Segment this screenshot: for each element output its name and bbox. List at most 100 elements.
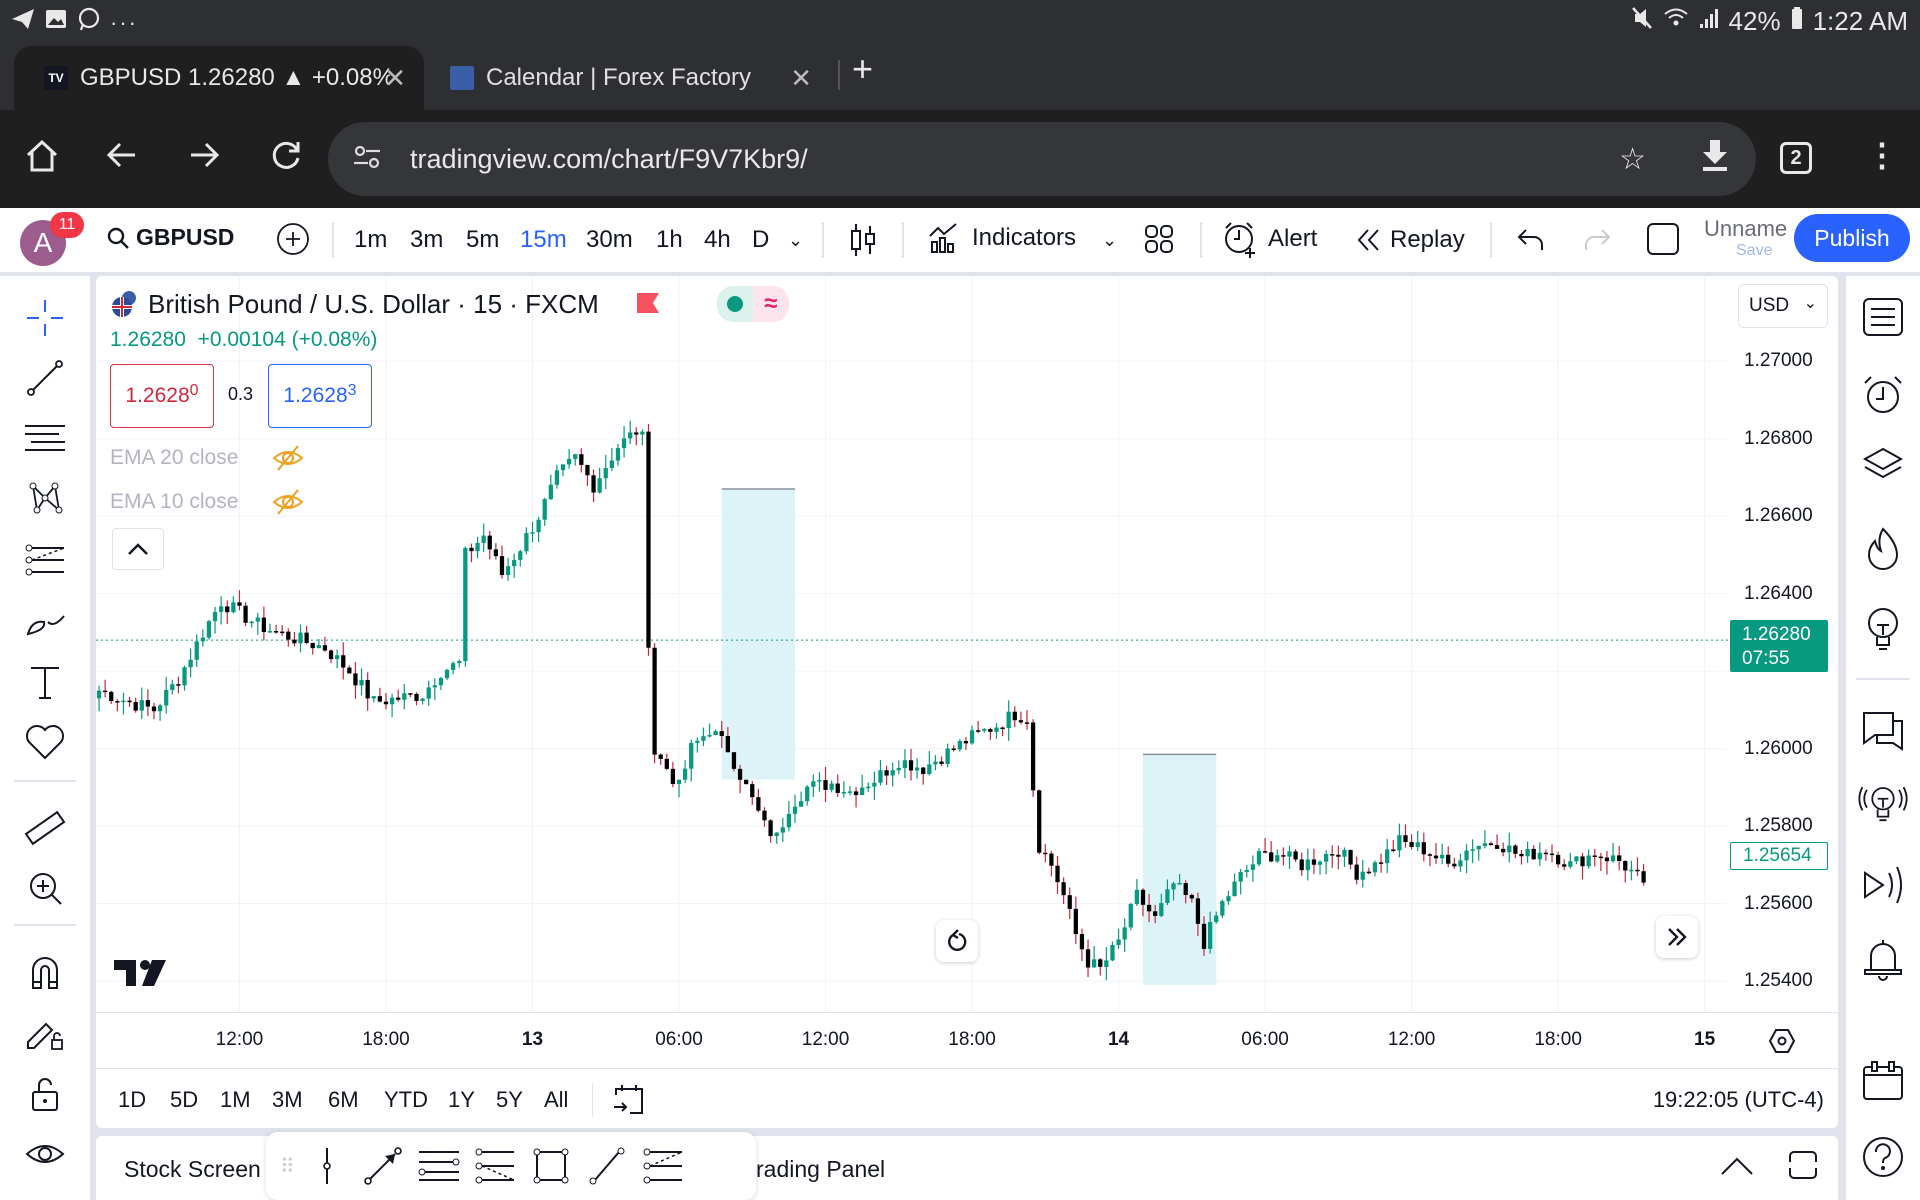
publish-button[interactable]: Publish <box>1794 214 1910 262</box>
floating-drawing-toolbar[interactable]: ⠿ <box>266 1132 756 1200</box>
tab-switcher-button[interactable]: 2 <box>1780 142 1812 174</box>
interval-5m[interactable]: 5m <box>466 226 499 254</box>
fullscreen-toggle-button[interactable] <box>1646 222 1680 263</box>
currency-select[interactable]: USD ⌄ <box>1738 284 1828 328</box>
scroll-to-realtime-button[interactable] <box>1656 916 1698 958</box>
range-ytd[interactable]: YTD <box>384 1087 428 1113</box>
streams-button[interactable] <box>1858 780 1908 830</box>
undo-button[interactable] <box>1516 226 1546 261</box>
range-6m[interactable]: 6M <box>328 1087 359 1113</box>
compare-symbol-button[interactable] <box>276 222 310 263</box>
range-3m[interactable]: 3M <box>272 1087 303 1113</box>
text-tool[interactable] <box>18 660 72 704</box>
chats-button[interactable] <box>1858 706 1908 756</box>
chart-type-button[interactable] <box>848 222 878 265</box>
object-tree-button[interactable] <box>1858 440 1908 490</box>
interval-30m[interactable]: 30m <box>586 226 633 254</box>
home-button[interactable] <box>20 138 64 182</box>
bookmark-star-icon[interactable]: ☆ <box>1619 142 1646 177</box>
ray-tool[interactable] <box>584 1143 630 1189</box>
calendar-button[interactable] <box>1858 1056 1908 1106</box>
interval-1m[interactable]: 1m <box>354 226 387 254</box>
indicators-dropdown-icon[interactable]: ⌄ <box>1102 230 1117 251</box>
forward-button[interactable] <box>182 138 226 180</box>
redo-button[interactable] <box>1582 226 1612 261</box>
indicator-legend-ema20[interactable]: EMA 20 close <box>110 444 304 472</box>
stock-screener-tab[interactable]: Stock Screen <box>124 1156 261 1183</box>
measure-tool[interactable] <box>18 806 72 850</box>
lock-all-drawings-tool[interactable] <box>18 1072 72 1116</box>
new-tab-button[interactable]: + <box>852 48 873 90</box>
interval-1h[interactable]: 1h <box>656 226 683 254</box>
close-tab-icon[interactable]: ✕ <box>790 63 812 94</box>
indicator-legend-ema10[interactable]: EMA 10 close <box>110 488 304 516</box>
chart-settings-button[interactable] <box>1768 1027 1796 1060</box>
time-axis[interactable]: 12:00 18:00 13 06:00 12:00 18:00 14 06:00 12:00 1… <box>96 1012 1838 1068</box>
trading-panel-tab[interactable]: rading Panel <box>756 1156 885 1183</box>
browser-tab-tradingview[interactable]: TV GBPUSD 1.26280 ▲ +0.08% ✕ <box>14 46 424 110</box>
go-to-date-button[interactable] <box>612 1081 646 1122</box>
arrow-tool[interactable] <box>360 1143 406 1189</box>
drag-handle-icon[interactable]: ⠿ <box>280 1154 295 1179</box>
buy-button[interactable]: 1.2628 3 <box>268 364 372 428</box>
tradingview-logo[interactable] <box>114 960 168 995</box>
chart-panel[interactable]: British Pound / U.S. Dollar · 15 · FXCM … <box>96 276 1838 1128</box>
parallel-channel-tool[interactable] <box>416 1143 462 1189</box>
fib-retracement-tool[interactable] <box>18 538 72 582</box>
interval-4h[interactable]: 4h <box>704 226 731 254</box>
range-5d[interactable]: 5D <box>170 1087 198 1113</box>
sell-button[interactable]: 1.2628 0 <box>110 364 214 428</box>
eye-hidden-icon[interactable] <box>272 488 304 516</box>
url-text[interactable]: tradingview.com/chart/F9V7Kbr9/ <box>410 144 808 175</box>
interval-15m[interactable]: 15m <box>520 226 567 254</box>
range-1m[interactable]: 1M <box>220 1087 251 1113</box>
help-button[interactable] <box>1858 1132 1908 1182</box>
back-button[interactable] <box>100 138 144 180</box>
download-icon[interactable] <box>1700 138 1730 180</box>
browser-tab-forex-factory[interactable]: Calendar | Forex Factory ✕ <box>440 46 830 110</box>
alerts-button[interactable] <box>1858 370 1908 420</box>
hide-drawings-tool[interactable] <box>18 1132 72 1176</box>
maximize-panel-button[interactable] <box>1720 1154 1754 1181</box>
vertical-line-tool[interactable] <box>304 1143 350 1189</box>
save-label[interactable]: Save <box>1736 242 1772 260</box>
fib-retracement-tool[interactable] <box>640 1143 686 1189</box>
pattern-tool[interactable] <box>18 476 72 520</box>
symbol-legend[interactable]: British Pound / U.S. Dollar · 15 · FXCM … <box>110 286 789 322</box>
interval-dropdown-icon[interactable]: ⌄ <box>788 230 803 251</box>
range-5y[interactable]: 5Y <box>496 1087 523 1113</box>
interval-3m[interactable]: 3m <box>410 226 443 254</box>
magnet-tool[interactable] <box>18 950 72 994</box>
layout-name[interactable]: Unnamed <box>1704 216 1788 242</box>
browser-menu-icon[interactable]: ⋮ <box>1866 136 1898 174</box>
timezone-clock[interactable]: 19:22:05 (UTC-4) <box>1653 1087 1824 1113</box>
fib-channel-tool[interactable] <box>472 1143 518 1189</box>
collapse-legend-button[interactable] <box>112 528 164 570</box>
market-flag-icon[interactable] <box>636 289 659 320</box>
broadcasts-button[interactable] <box>1858 860 1908 910</box>
fullscreen-panel-button[interactable] <box>1788 1150 1818 1185</box>
reset-chart-button[interactable] <box>936 920 978 962</box>
trend-line-tool[interactable] <box>18 356 72 400</box>
horizontal-lines-tool[interactable] <box>18 416 72 460</box>
range-1d[interactable]: 1D <box>118 1087 146 1113</box>
site-settings-icon[interactable] <box>352 142 382 179</box>
reload-button[interactable] <box>264 138 308 180</box>
close-tab-icon[interactable]: ✕ <box>384 63 406 94</box>
ideas-button[interactable] <box>1858 604 1908 654</box>
range-1y[interactable]: 1Y <box>448 1087 475 1113</box>
eye-hidden-icon[interactable] <box>272 444 304 472</box>
brush-tool[interactable] <box>18 598 72 642</box>
interval-D[interactable]: D <box>752 226 769 254</box>
hotlists-button[interactable] <box>1858 524 1908 574</box>
notifications-button[interactable] <box>1858 934 1908 984</box>
range-all[interactable]: All <box>544 1087 568 1113</box>
indicators-button[interactable]: Indicators <box>928 222 1076 254</box>
rectangle-tool[interactable] <box>528 1143 574 1189</box>
lock-drawing-mode-tool[interactable] <box>18 1010 72 1054</box>
replay-button[interactable]: Replay <box>1356 226 1465 254</box>
zoom-in-tool[interactable] <box>18 866 72 910</box>
market-status-pill[interactable]: ≈ <box>716 286 789 322</box>
crosshair-tool[interactable] <box>18 296 72 340</box>
symbol-search-button[interactable]: GBPUSD <box>106 224 234 251</box>
